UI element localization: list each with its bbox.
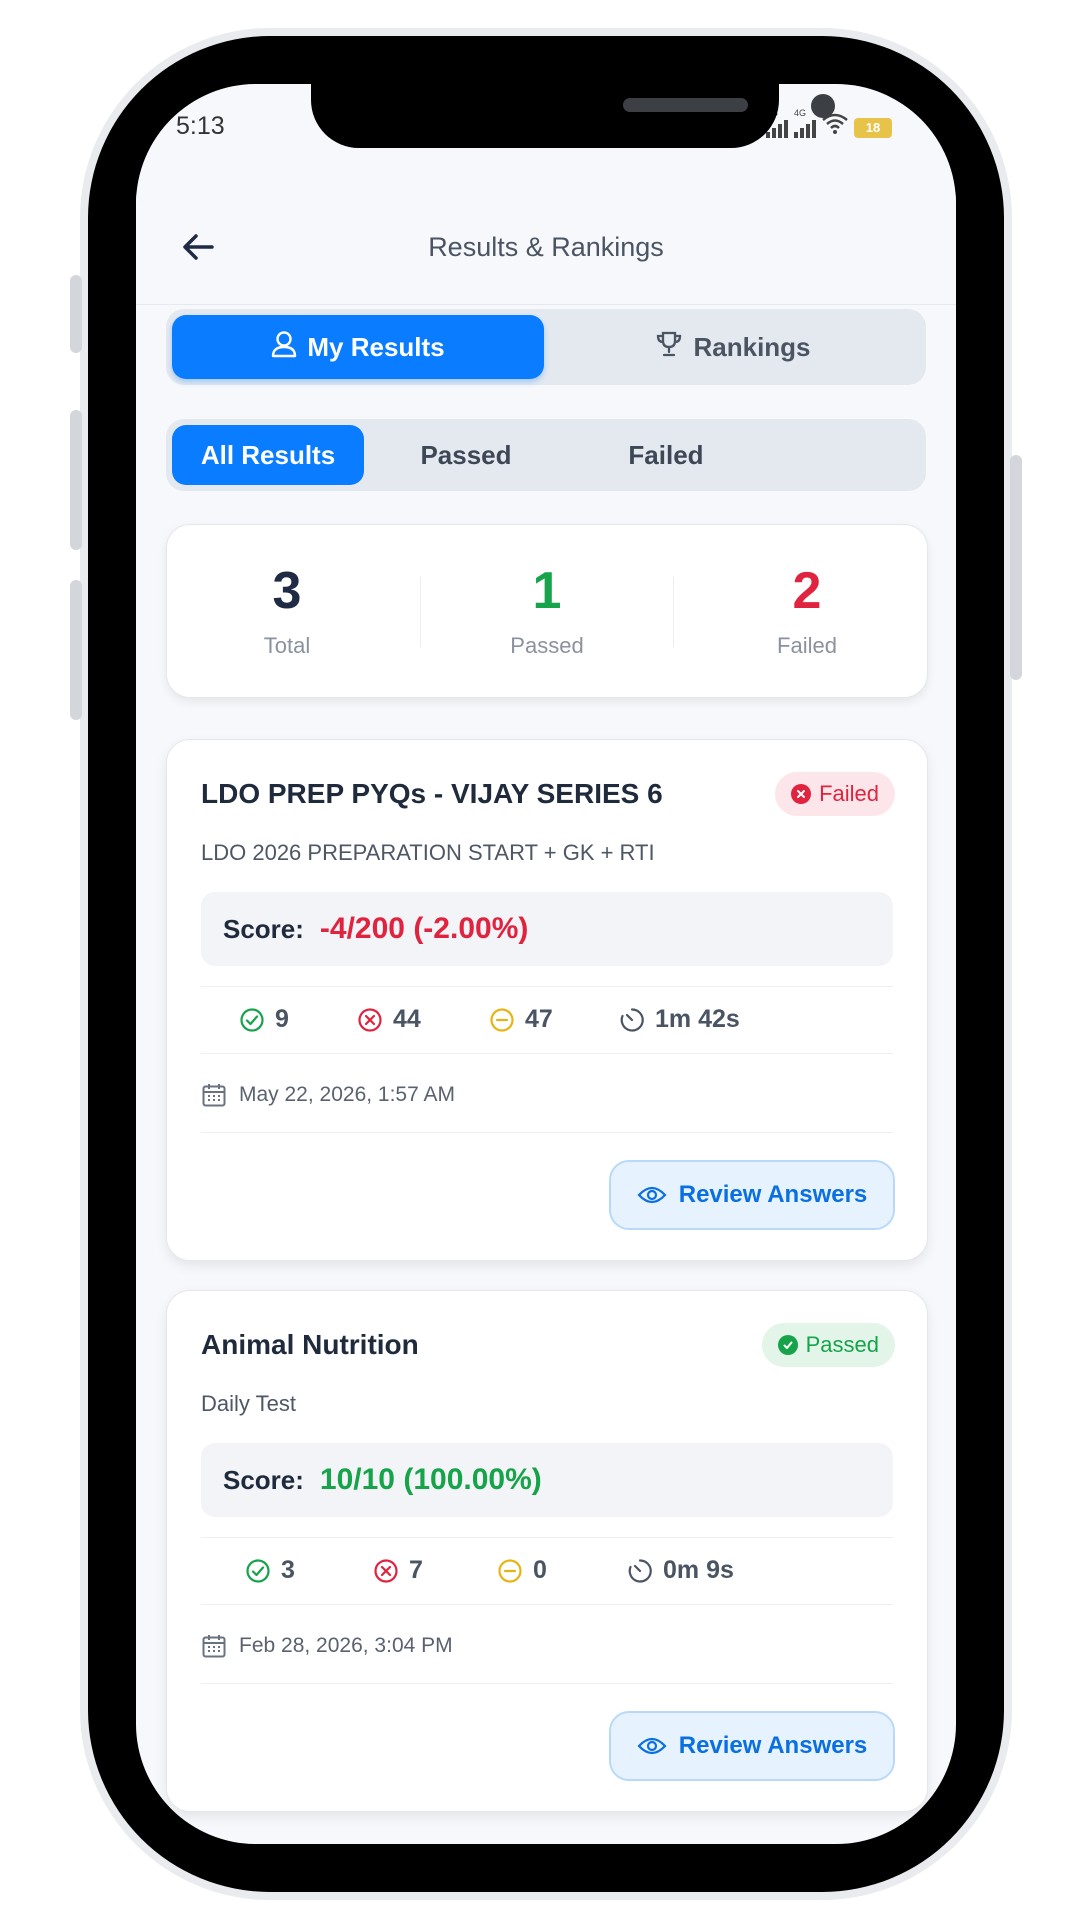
volume-up-button — [70, 410, 82, 550]
check-circle-icon — [246, 1558, 270, 1583]
stat-total: 3 Total — [187, 563, 387, 659]
time-taken: 1m 42s — [619, 1005, 740, 1034]
stat-failed-value: 2 — [792, 562, 822, 620]
status-time: 5:13 — [176, 112, 225, 140]
app-header: Results & Rankings — [136, 194, 956, 305]
result-subtitle: Daily Test — [201, 1391, 296, 1416]
filter-tab-bar: All Results Passed Failed — [166, 419, 926, 491]
score-box: Score: 10/10 (100.00%) — [201, 1443, 893, 1517]
stat-passed: 1 Passed — [447, 563, 647, 659]
score-box: Score: -4/200 (-2.00%) — [201, 892, 893, 966]
stat-passed-label: Passed — [510, 633, 584, 658]
status-badge: Passed — [761, 1323, 895, 1367]
calendar-icon — [202, 1084, 226, 1107]
x-circle-icon — [791, 784, 812, 804]
status-icons: 4G 4G 18 — [766, 108, 892, 138]
score-value: -4/200 (-2.00%) — [319, 912, 529, 945]
result-title: Animal Nutrition — [201, 1329, 419, 1360]
mute-switch — [70, 275, 82, 353]
power-button — [1010, 455, 1022, 680]
check-circle-icon — [777, 1335, 798, 1355]
signal-icon: 4G — [794, 108, 816, 138]
timer-icon — [620, 1007, 644, 1032]
divider — [201, 1132, 893, 1133]
score-value: 10/10 (100.00%) — [319, 1463, 542, 1496]
result-title: LDO PREP PYQs - VIJAY SERIES 6 — [201, 778, 663, 809]
front-camera — [811, 94, 835, 118]
camera-notch — [311, 84, 835, 148]
stat-total-label: Total — [263, 633, 311, 658]
review-answers-button[interactable]: Review Answers — [609, 1160, 895, 1230]
result-card[interactable]: Animal Nutrition Passed Daily Test Score… — [166, 1290, 928, 1812]
result-card[interactable]: LDO PREP PYQs - VIJAY SERIES 6 Failed LD… — [166, 739, 928, 1261]
tab-rankings[interactable]: Rankings — [546, 315, 920, 379]
skipped-count: 47 — [489, 1005, 553, 1034]
wrong-count: 44 — [357, 1005, 421, 1034]
divider — [201, 1683, 893, 1684]
trophy-icon — [655, 330, 683, 365]
correct-count: 9 — [239, 1005, 289, 1034]
timer-icon — [628, 1558, 652, 1583]
result-date: Feb 28, 2026, 3:04 PM — [201, 1633, 453, 1659]
stat-passed-value: 1 — [532, 562, 562, 620]
time-taken: 0m 9s — [627, 1556, 734, 1585]
page-title: Results & Rankings — [428, 232, 664, 262]
main-tab-bar: My Results Rankings — [166, 309, 926, 385]
status-badge-label: Failed — [819, 781, 879, 806]
filter-all-results[interactable]: All Results — [172, 425, 364, 485]
skipped-count: 0 — [497, 1556, 547, 1585]
status-badge: Failed — [775, 772, 895, 816]
speaker — [623, 98, 748, 112]
minus-circle-icon — [498, 1558, 522, 1583]
divider — [420, 577, 421, 647]
score-label: Score: — [223, 913, 304, 944]
volume-down-button — [70, 580, 82, 720]
results-summary-card: 3 Total 1 Passed 2 Failed — [166, 524, 928, 698]
score-label: Score: — [223, 1464, 304, 1495]
user-icon — [271, 330, 297, 365]
result-date: May 22, 2026, 1:57 AM — [201, 1082, 455, 1108]
eye-icon — [637, 1186, 667, 1204]
correct-count: 3 — [245, 1556, 295, 1585]
tab-my-results[interactable]: My Results — [172, 315, 544, 379]
eye-icon — [637, 1737, 667, 1755]
status-badge-label: Passed — [805, 1332, 879, 1357]
filter-failed[interactable]: Failed — [570, 425, 762, 485]
battery-icon: 18 — [854, 118, 892, 138]
minus-circle-icon — [490, 1007, 514, 1032]
tab-label: My Results — [307, 331, 445, 362]
filter-passed[interactable]: Passed — [370, 425, 562, 485]
check-circle-icon — [240, 1007, 264, 1032]
review-answers-button[interactable]: Review Answers — [609, 1711, 895, 1781]
stat-failed-label: Failed — [777, 633, 837, 658]
divider — [673, 577, 674, 647]
tab-label: Rankings — [693, 331, 811, 362]
stat-failed: 2 Failed — [707, 563, 907, 659]
x-circle-icon — [358, 1007, 382, 1032]
phone-screen: 5:13 4G 4G 18 Results & Rankings My Re — [136, 84, 956, 1844]
x-circle-icon — [374, 1558, 398, 1583]
calendar-icon — [202, 1635, 226, 1658]
stat-total-value: 3 — [272, 562, 302, 620]
wrong-count: 7 — [373, 1556, 423, 1585]
metrics-row: 9 44 47 1m 42s — [201, 986, 893, 1054]
metrics-row: 3 7 0 0m 9s — [201, 1537, 893, 1605]
result-subtitle: LDO 2026 PREPARATION START + GK + RTI — [201, 840, 655, 865]
